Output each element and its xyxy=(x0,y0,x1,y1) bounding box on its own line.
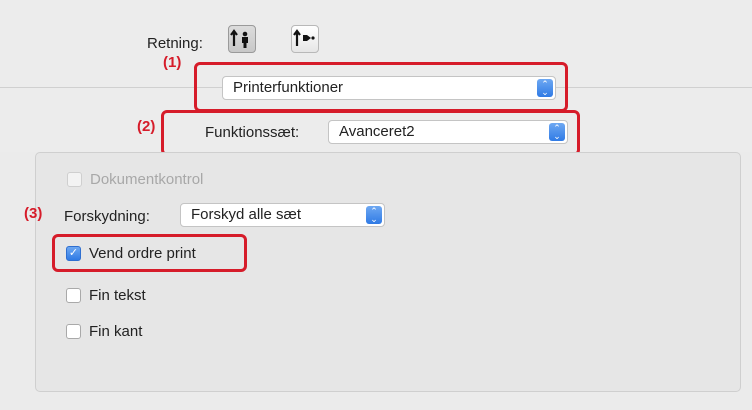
reverse-order-checkbox[interactable]: ✓ xyxy=(66,246,81,261)
fine-text-label: Fin tekst xyxy=(89,287,146,304)
callout-label-1: (1) xyxy=(163,54,182,71)
fine-edge-label: Fin kant xyxy=(89,323,143,340)
portrait-orientation-icon xyxy=(230,29,248,48)
callout-label-3: (3) xyxy=(24,205,43,222)
feature-set-label: Funktionssæt: xyxy=(205,124,300,141)
popup-stepper-icon: ⌃ ⌄ xyxy=(366,206,382,224)
panel-select-value: Printerfunktioner xyxy=(233,79,344,96)
offset-label: Forskydning: xyxy=(64,208,150,225)
fine-text-checkbox[interactable] xyxy=(66,288,81,303)
landscape-orientation-icon xyxy=(293,29,315,46)
feature-set-popup[interactable]: Avanceret2 ⌃ ⌄ xyxy=(328,120,568,144)
printer-features-group xyxy=(35,152,741,392)
document-control-label: Dokumentkontrol xyxy=(90,171,204,188)
portrait-orientation-button[interactable] xyxy=(228,25,256,53)
panel-select-popup[interactable]: Printerfunktioner ⌃ ⌄ xyxy=(222,76,556,100)
popup-stepper-icon: ⌃ ⌄ xyxy=(549,123,565,141)
reverse-order-label: Vend ordre print xyxy=(89,245,196,262)
landscape-orientation-button[interactable] xyxy=(291,25,319,53)
checkmark-icon: ✓ xyxy=(68,247,79,259)
feature-set-value: Avanceret2 xyxy=(339,123,415,140)
fine-edge-checkbox[interactable] xyxy=(66,324,81,339)
offset-popup[interactable]: Forskyd alle sæt ⌃ ⌄ xyxy=(180,203,385,227)
popup-stepper-icon: ⌃ ⌄ xyxy=(537,79,553,97)
document-control-checkbox[interactable] xyxy=(67,172,82,187)
orientation-label: Retning: xyxy=(147,35,203,52)
callout-label-2: (2) xyxy=(137,118,156,135)
offset-value: Forskyd alle sæt xyxy=(191,206,302,223)
